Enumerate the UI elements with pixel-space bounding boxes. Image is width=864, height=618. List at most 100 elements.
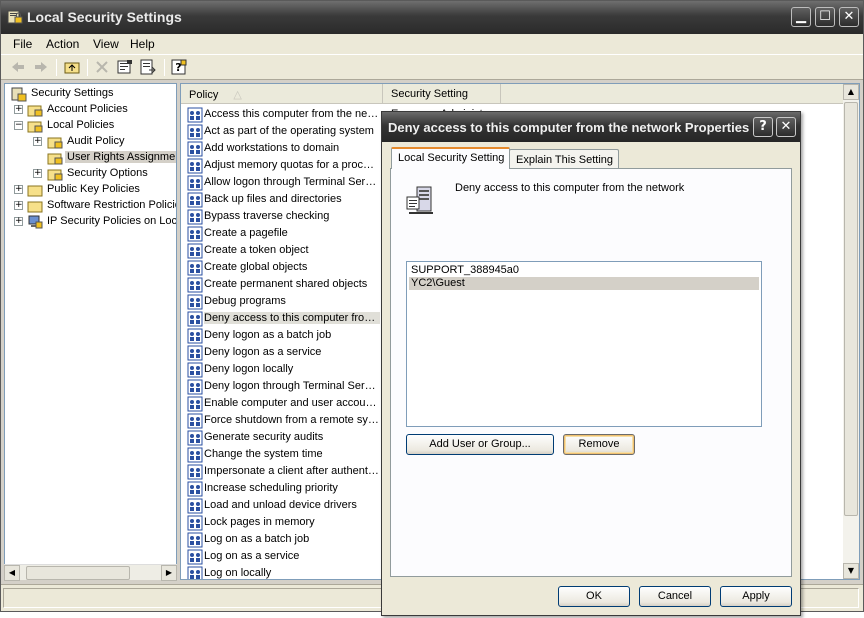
user-right-policy-icon xyxy=(187,430,203,446)
user-right-policy-icon xyxy=(187,532,203,548)
tree-label: User Rights Assignment xyxy=(65,151,176,163)
column-security-setting[interactable]: Security Setting xyxy=(383,84,501,104)
policy-name: Adjust memory quotas for a process xyxy=(204,159,380,171)
minimize-button[interactable]: ▁ xyxy=(791,7,811,27)
user-right-policy-icon xyxy=(187,515,203,531)
scroll-left-icon[interactable]: ◀ xyxy=(4,565,20,581)
user-right-policy-icon xyxy=(187,362,203,378)
column-setting-label: Security Setting xyxy=(391,88,469,100)
policy-name: Deny logon as a service xyxy=(204,346,322,358)
title-bar[interactable]: Local Security Settings ▁ ☐ ✕ xyxy=(1,1,863,34)
user-right-policy-icon xyxy=(187,277,203,293)
tree-label: IP Security Policies on Local Computer xyxy=(47,215,177,227)
expander-public-key-policies[interactable]: + xyxy=(14,185,23,194)
user-right-policy-icon xyxy=(187,345,203,361)
expander-ip-security[interactable]: + xyxy=(14,217,23,226)
security-settings-icon xyxy=(7,10,23,24)
user-right-policy-icon xyxy=(187,413,203,429)
menu-help[interactable]: Help xyxy=(130,37,155,51)
user-right-policy-icon xyxy=(187,243,203,259)
column-policy[interactable]: Policy △ xyxy=(181,84,383,104)
tree-pane[interactable]: Security Settings + Account Policies − L… xyxy=(4,83,177,580)
tree-label: Local Policies xyxy=(47,119,115,131)
toolbar-separator xyxy=(164,59,165,76)
tree-horizontal-scrollbar[interactable]: ◀ ▶ xyxy=(4,564,177,581)
policy-name: Log on as a batch job xyxy=(204,533,310,545)
policy-name: Deny access to this computer from the ne… xyxy=(204,312,380,324)
policy-name: Log on as a service xyxy=(204,550,300,562)
dialog-title: Deny access to this computer from the ne… xyxy=(388,120,750,135)
dialog-help-button[interactable]: ? xyxy=(753,117,773,137)
policy-name: Load and unload device drivers xyxy=(204,499,357,511)
scroll-down-icon[interactable]: ▼ xyxy=(843,563,859,579)
scroll-thumb[interactable] xyxy=(844,102,858,516)
folder-icon xyxy=(27,185,43,197)
remove-button[interactable]: Remove xyxy=(563,434,635,455)
user-right-policy-icon xyxy=(187,379,203,395)
list-vertical-scrollbar[interactable]: ▲ ▼ xyxy=(843,84,859,579)
accounts-listbox[interactable]: SUPPORT_388945a0 YC2\Guest xyxy=(406,261,762,427)
user-right-policy-icon xyxy=(187,192,203,208)
user-right-policy-icon xyxy=(187,481,203,497)
properties-dialog: Deny access to this computer from the ne… xyxy=(381,111,801,616)
expander-security-options[interactable]: + xyxy=(33,169,42,178)
policy-name: Enable computer and user accounts to be … xyxy=(204,397,380,409)
user-right-policy-icon xyxy=(187,464,203,480)
user-right-policy-icon xyxy=(187,396,203,412)
menu-view[interactable]: View xyxy=(93,37,119,51)
tab-panel: Deny access to this computer from the ne… xyxy=(390,168,792,577)
delete-icon[interactable] xyxy=(93,58,111,76)
menu-bar: File Action View Help xyxy=(1,34,863,54)
user-right-policy-icon xyxy=(187,141,203,157)
toolbar-separator xyxy=(56,59,57,76)
forward-arrow-icon[interactable] xyxy=(32,58,50,76)
scroll-up-icon[interactable]: ▲ xyxy=(843,84,859,100)
help-icon[interactable]: ? xyxy=(170,58,188,76)
policy-name: Create a token object xyxy=(204,244,309,256)
user-right-policy-icon xyxy=(187,294,203,310)
security-settings-icon xyxy=(11,87,27,102)
expander-audit-policy[interactable]: + xyxy=(33,137,42,146)
policy-name: Create global objects xyxy=(204,261,308,273)
menu-file[interactable]: File xyxy=(13,37,32,51)
user-right-policy-icon xyxy=(187,311,203,327)
folder-icon xyxy=(27,201,43,213)
back-arrow-icon[interactable] xyxy=(9,58,27,76)
expander-software-restriction[interactable]: + xyxy=(14,201,23,210)
close-button[interactable]: ✕ xyxy=(839,7,859,27)
user-right-policy-icon xyxy=(187,566,203,579)
policy-name: Deny logon through Terminal Services xyxy=(204,380,380,392)
folder-lock-icon xyxy=(47,153,63,165)
policy-name: Generate security audits xyxy=(204,431,324,443)
user-right-policy-icon xyxy=(187,260,203,276)
tree-label: Account Policies xyxy=(47,103,128,115)
dialog-title-bar[interactable]: Deny access to this computer from the ne… xyxy=(382,112,800,142)
add-user-or-group-button[interactable]: Add User or Group... xyxy=(406,434,554,455)
apply-button[interactable]: Apply xyxy=(720,586,792,607)
cancel-button[interactable]: Cancel xyxy=(639,586,711,607)
scroll-right-icon[interactable]: ▶ xyxy=(161,565,177,581)
folder-lock-icon xyxy=(47,137,63,149)
tab-explain-this-setting[interactable]: Explain This Setting xyxy=(509,149,620,170)
menu-action[interactable]: Action xyxy=(46,37,79,51)
properties-icon[interactable] xyxy=(116,58,134,76)
account-item[interactable]: SUPPORT_388945a0 xyxy=(409,264,759,277)
export-list-icon[interactable] xyxy=(139,58,157,76)
folder-lock-icon xyxy=(27,105,43,117)
scroll-thumb[interactable] xyxy=(26,566,130,580)
up-folder-icon[interactable] xyxy=(63,58,81,76)
maximize-button[interactable]: ☐ xyxy=(815,7,835,27)
policy-name: Allow logon through Terminal Services xyxy=(204,176,380,188)
expander-account-policies[interactable]: + xyxy=(14,105,23,114)
dialog-close-button[interactable]: ✕ xyxy=(776,117,796,137)
policy-name: Debug programs xyxy=(204,295,286,307)
list-header: Policy △ Security Setting xyxy=(181,84,845,104)
expander-local-policies[interactable]: − xyxy=(14,121,23,130)
policy-name: Log on locally xyxy=(204,567,272,579)
tree-root-label: Security Settings xyxy=(31,87,114,99)
tab-local-security-setting[interactable]: Local Security Setting xyxy=(391,147,511,169)
tree-label: Public Key Policies xyxy=(47,183,140,195)
account-item-selected[interactable]: YC2\Guest xyxy=(409,277,759,290)
folder-lock-icon xyxy=(27,121,43,133)
ok-button[interactable]: OK xyxy=(558,586,630,607)
